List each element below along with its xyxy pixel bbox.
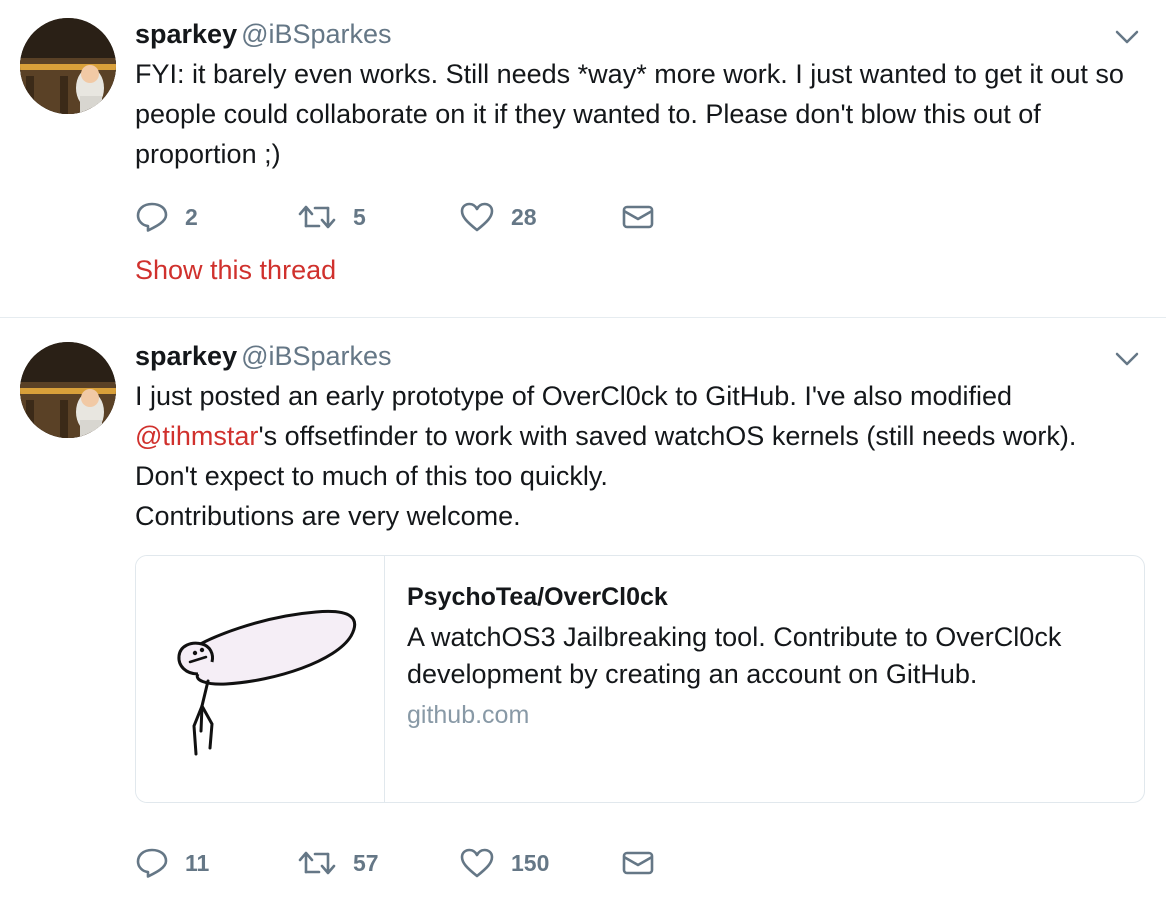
- tweet[interactable]: sparkey @iBSparkes I just posted an early…: [0, 318, 1166, 906]
- card-title: PsychoTea/OverCl0ck: [407, 583, 668, 611]
- envelope-icon: [621, 203, 655, 231]
- user-handle[interactable]: @iBSparkes: [241, 341, 391, 371]
- chevron-down-icon[interactable]: [1112, 344, 1142, 374]
- card-description: A watchOS3 Jailbreaking tool. Contribute…: [407, 622, 1062, 689]
- card-domain: github.com: [407, 701, 530, 729]
- envelope-icon: [621, 849, 655, 877]
- retweet-count: 5: [353, 203, 366, 230]
- direct-message-button[interactable]: [621, 849, 783, 877]
- heart-icon: [459, 847, 495, 879]
- reply-button[interactable]: 11: [135, 847, 297, 879]
- card-image: [136, 556, 385, 802]
- reply-count: 11: [185, 849, 210, 876]
- retweet-count: 57: [353, 849, 379, 876]
- link-card[interactable]: PsychoTea/OverCl0ck A watchOS3 Jailbreak…: [135, 555, 1145, 803]
- retweet-button[interactable]: 57: [297, 848, 459, 878]
- avatar[interactable]: [20, 342, 116, 438]
- tweet[interactable]: sparkey @iBSparkes FYI: it barely even wo…: [0, 0, 1166, 318]
- user-name[interactable]: sparkey: [135, 19, 237, 49]
- tweet-text: FYI: it barely even works. Still needs *…: [135, 59, 1124, 169]
- user-name[interactable]: sparkey: [135, 341, 237, 371]
- user-handle[interactable]: @iBSparkes: [241, 19, 391, 49]
- heart-icon: [459, 201, 495, 233]
- tweet-text: I just posted an early prototype of Over…: [135, 381, 1077, 531]
- show-thread-link[interactable]: Show this thread: [135, 255, 336, 286]
- reply-icon: [135, 847, 169, 879]
- direct-message-button[interactable]: [621, 203, 783, 231]
- retweet-icon: [297, 848, 337, 878]
- retweet-button[interactable]: 5: [297, 202, 459, 232]
- chevron-down-icon[interactable]: [1112, 22, 1142, 52]
- reply-button[interactable]: 2: [135, 201, 297, 233]
- like-count: 150: [511, 849, 550, 876]
- like-button[interactable]: 150: [459, 847, 621, 879]
- like-count: 28: [511, 203, 537, 230]
- reply-icon: [135, 201, 169, 233]
- like-button[interactable]: 28: [459, 201, 621, 233]
- reply-count: 2: [185, 203, 198, 230]
- avatar[interactable]: [20, 18, 116, 114]
- retweet-icon: [297, 202, 337, 232]
- mention-link[interactable]: @tihmstar: [135, 421, 258, 451]
